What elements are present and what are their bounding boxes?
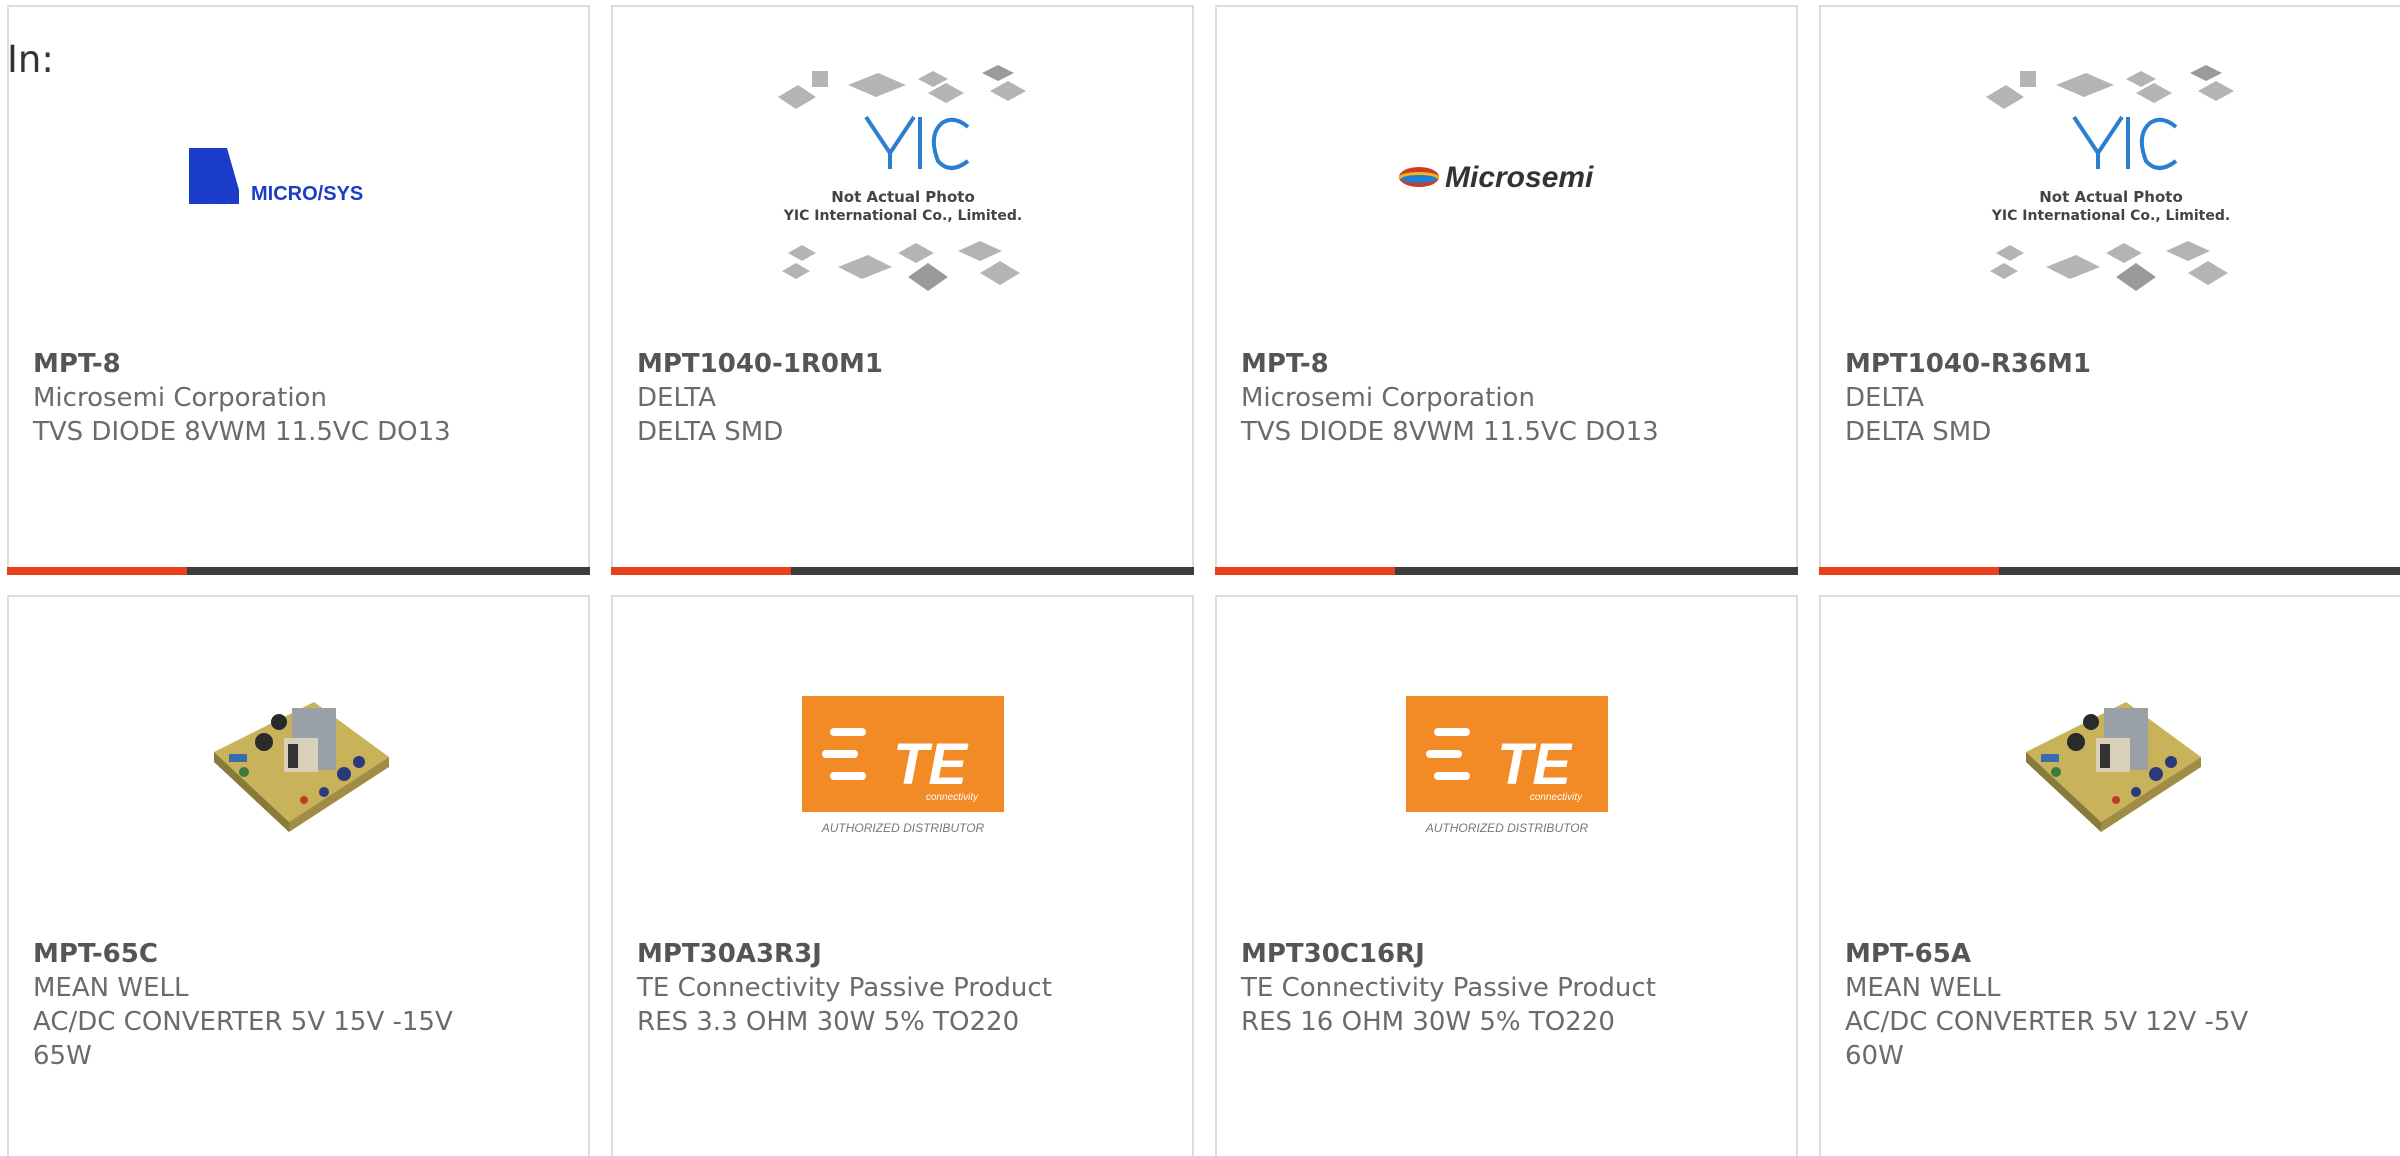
product-card[interactable]: Not Actual Photo YIC International Co., …: [1819, 5, 2400, 575]
product-grid-page: In: MICRO/SYS MPT-8 Microsemi Corporatio…: [0, 0, 2400, 1156]
product-image: Not Actual Photo YIC International Co., …: [1821, 7, 2400, 347]
microsemi-logo: Microsemi: [1398, 161, 1594, 194]
product-card[interactable]: TE connectivity AUTHORIZED DISTRIBUTOR M…: [611, 595, 1194, 1156]
product-image: [1821, 597, 2400, 937]
product-card[interactable]: TE connectivity AUTHORIZED DISTRIBUTOR M…: [1215, 595, 1798, 1156]
manufacturer: TE Connectivity Passive Product: [637, 973, 1052, 1003]
manufacturer: DELTA: [637, 383, 717, 413]
authorized-caption: AUTHORIZED DISTRIBUTOR: [1424, 821, 1588, 835]
product-image: [9, 597, 588, 937]
product-image: TE connectivity AUTHORIZED DISTRIBUTOR: [1217, 597, 1796, 937]
caption-not-actual: Not Actual Photo: [2039, 188, 2183, 206]
chip-icons-top: [1985, 65, 2234, 109]
logo-text: MICRO/SYS: [251, 183, 363, 205]
manufacturer: Microsemi Corporation: [1241, 383, 1535, 413]
yic-logo: [2071, 115, 2177, 170]
chip-icons-bottom: [1989, 241, 2228, 291]
description: AC/DC CONVERTER 5V 12V -5V 60W: [1845, 1007, 2249, 1071]
card-accent-bar: [1819, 567, 2400, 575]
caption-company: YIC International Co., Limited.: [1990, 208, 2229, 224]
part-number[interactable]: MPT-65C: [33, 937, 568, 971]
part-number[interactable]: MPT1040-1R0M1: [637, 347, 1172, 381]
authorized-caption: AUTHORIZED DISTRIBUTOR: [820, 821, 984, 835]
manufacturer: MEAN WELL: [1845, 973, 2001, 1003]
description: TVS DIODE 8VWM 11.5VC DO13: [1241, 417, 1659, 447]
description: RES 16 OHM 30W 5% TO220: [1241, 1007, 1615, 1037]
description: AC/DC CONVERTER 5V 15V -15V 65W: [33, 1007, 453, 1071]
logo-text: TE: [1496, 732, 1572, 797]
logo-sub: connectivity: [1529, 792, 1582, 803]
te-logo: TE connectivity AUTHORIZED DISTRIBUTOR: [801, 696, 1004, 835]
part-number[interactable]: MPT-65A: [1845, 937, 2397, 971]
manufacturer: Microsemi Corporation: [33, 383, 327, 413]
product-card[interactable]: Microsemi MPT-8 Microsemi Corporation TV…: [1215, 5, 1798, 575]
caption-company: YIC International Co., Limited.: [782, 208, 1021, 224]
yic-placeholder-image: Not Actual Photo YIC International Co., …: [1985, 65, 2234, 291]
part-number[interactable]: MPT1040-R36M1: [1845, 347, 2397, 381]
description: RES 3.3 OHM 30W 5% TO220: [637, 1007, 1020, 1037]
part-number[interactable]: MPT30A3R3J: [637, 937, 1172, 971]
product-card[interactable]: Not Actual Photo YIC International Co., …: [611, 5, 1194, 575]
part-number[interactable]: MPT30C16RJ: [1241, 937, 1776, 971]
product-image: Not Actual Photo YIC International Co., …: [613, 7, 1192, 347]
yic-logo: [863, 115, 969, 170]
in-label: In:: [7, 38, 54, 81]
card-accent-bar: [7, 567, 590, 575]
yic-placeholder-image: Not Actual Photo YIC International Co., …: [777, 65, 1026, 291]
product-image: TE connectivity AUTHORIZED DISTRIBUTOR: [613, 597, 1192, 937]
chip-icons-bottom: [781, 241, 1020, 291]
logo-text: TE: [892, 732, 968, 797]
description: DELTA SMD: [637, 417, 784, 447]
te-logo: TE connectivity AUTHORIZED DISTRIBUTOR: [1405, 696, 1608, 835]
power-board-photo: [2025, 702, 2201, 832]
product-card[interactable]: MICRO/SYS MPT-8 Microsemi Corporation TV…: [7, 5, 590, 575]
manufacturer: TE Connectivity Passive Product: [1241, 973, 1656, 1003]
micro-sys-logo: MICRO/SYS: [188, 148, 409, 205]
logo-sub: connectivity: [925, 792, 978, 803]
product-card[interactable]: MPT-65A MEAN WELL AC/DC CONVERTER 5V 12V…: [1819, 595, 2400, 1156]
part-number[interactable]: MPT-8: [33, 347, 568, 381]
product-card[interactable]: MPT-65C MEAN WELL AC/DC CONVERTER 5V 15V…: [7, 595, 590, 1156]
product-image: MICRO/SYS: [9, 7, 588, 347]
manufacturer: MEAN WELL: [33, 973, 189, 1003]
card-accent-bar: [1215, 567, 1798, 575]
description: TVS DIODE 8VWM 11.5VC DO13: [33, 417, 451, 447]
logo-text: Microsemi: [1445, 161, 1594, 194]
manufacturer: DELTA: [1845, 383, 1925, 413]
caption-not-actual: Not Actual Photo: [831, 188, 975, 206]
chip-icons-top: [777, 65, 1026, 109]
product-image: Microsemi: [1217, 7, 1796, 347]
power-board-photo: [213, 702, 389, 832]
part-number[interactable]: MPT-8: [1241, 347, 1776, 381]
card-accent-bar: [611, 567, 1194, 575]
description: DELTA SMD: [1845, 417, 1992, 447]
